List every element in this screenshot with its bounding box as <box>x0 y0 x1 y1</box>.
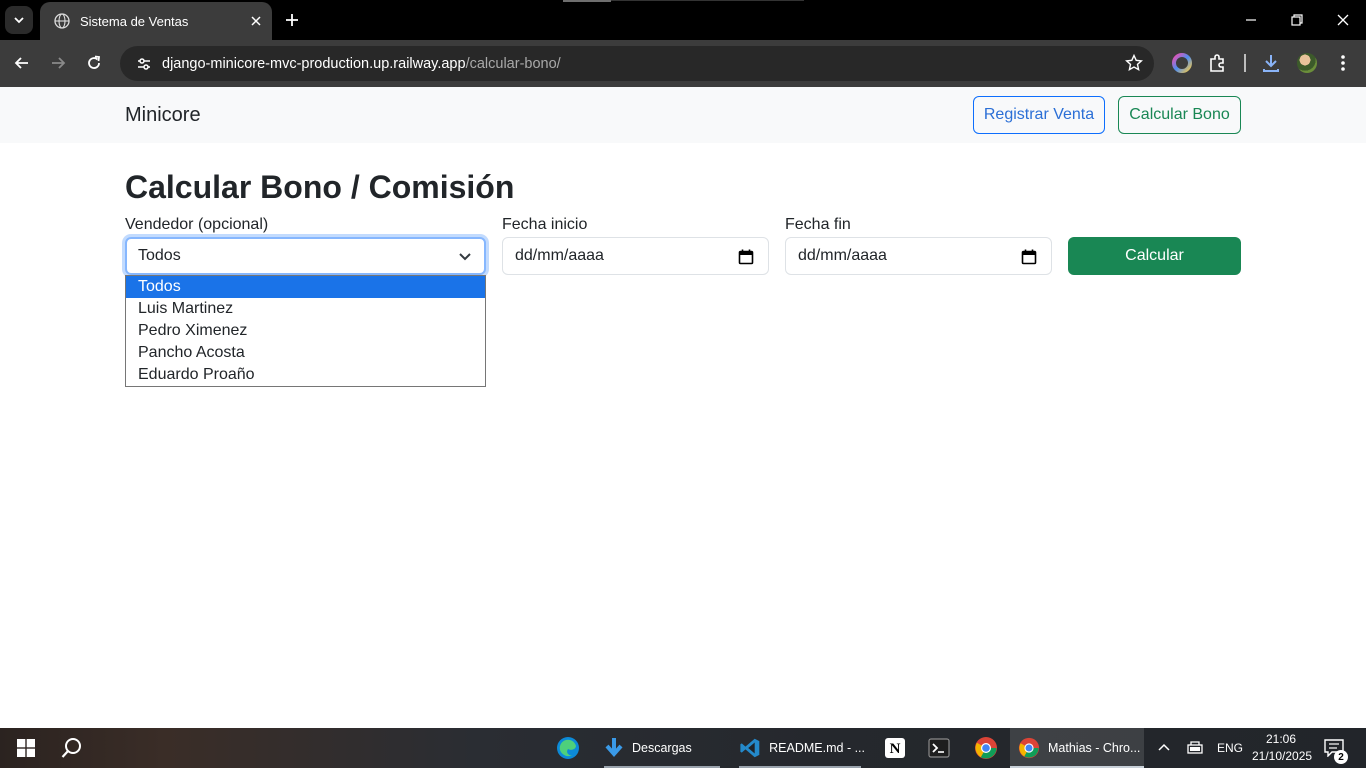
calcular-button[interactable]: Calcular <box>1068 237 1241 275</box>
minimize-button[interactable] <box>1228 0 1274 40</box>
reload-button[interactable] <box>79 48 109 78</box>
bookmark-star-icon[interactable] <box>1124 53 1144 73</box>
notion-taskbar-item[interactable]: N <box>881 728 909 768</box>
fecha-inicio-label: Fecha inicio <box>502 216 588 233</box>
dropdown-option[interactable]: Luis Martinez <box>126 298 485 320</box>
web-page: Minicore Registrar Venta Calcular Bono C… <box>0 87 1366 728</box>
reload-icon <box>88 55 101 69</box>
close-icon <box>1337 14 1349 26</box>
fecha-fin-input[interactable]: dd/mm/aaaa <box>785 237 1052 275</box>
chrome-window-taskbar-item[interactable]: Mathias - Chro... <box>1010 728 1144 768</box>
tab-sistema-ventas[interactable]: Sistema de Ventas <box>40 2 272 40</box>
avatar <box>1297 53 1317 73</box>
terminal-icon <box>928 738 950 758</box>
chrome-icon <box>975 737 997 759</box>
site-navbar: Minicore Registrar Venta Calcular Bono <box>0 87 1366 143</box>
terminal-taskbar-item[interactable] <box>925 728 953 768</box>
globe-icon <box>54 13 70 29</box>
dropdown-option[interactable]: Pedro Ximenez <box>126 320 485 342</box>
show-hidden-icons-button[interactable] <box>1152 728 1176 768</box>
menu-dots-icon[interactable] <box>1331 51 1355 75</box>
calendar-icon[interactable] <box>1021 249 1037 265</box>
forward-button[interactable] <box>43 48 73 78</box>
clock-time: 21:06 <box>1265 732 1297 746</box>
color-extension-icon[interactable] <box>1170 51 1194 75</box>
window-indicator <box>563 0 611 2</box>
restore-button[interactable] <box>1274 0 1320 40</box>
tab-title: Sistema de Ventas <box>80 13 189 29</box>
system-clock[interactable]: 21:06 21/10/2025 <box>1252 731 1313 765</box>
clock-date: 21/10/2025 <box>1252 749 1313 763</box>
url-path: /calcular-bono/ <box>465 55 561 72</box>
taskbar-label: Mathias - Chro... <box>1048 741 1141 755</box>
arrow-left-icon <box>14 57 28 69</box>
fecha-inicio-input[interactable]: dd/mm/aaaa <box>502 237 769 275</box>
windows-logo-icon <box>17 739 35 757</box>
page-title: Calcular Bono / Comisión <box>125 169 515 205</box>
notion-icon: N <box>885 738 905 758</box>
chrome-icon <box>1018 737 1040 759</box>
toolbar-separator <box>1244 54 1246 72</box>
vendedor-dropdown-list: Todos Luis Martinez Pedro Ximenez Pancho… <box>125 275 486 387</box>
notification-count-badge: 2 <box>1334 750 1348 764</box>
edge-icon <box>557 737 579 759</box>
edge-taskbar-item[interactable] <box>554 728 582 768</box>
windows-taskbar: Descargas README.md - ... N Mathias - Ch… <box>0 728 1366 768</box>
vscode-taskbar-item[interactable]: README.md - ... <box>735 728 865 768</box>
profile-avatar[interactable] <box>1295 51 1319 75</box>
dropdown-option[interactable]: Todos <box>126 276 485 298</box>
browser-toolbar: django-minicore-mvc-production.up.railwa… <box>0 40 1366 87</box>
svg-text:N: N <box>890 741 901 757</box>
vendedor-select[interactable]: Todos <box>125 237 486 275</box>
close-tab-icon[interactable] <box>246 11 266 31</box>
minimize-icon <box>1246 19 1256 21</box>
calendar-icon[interactable] <box>738 249 754 265</box>
chrome-taskbar-item[interactable] <box>972 728 1000 768</box>
plus-icon <box>286 14 298 26</box>
search-button[interactable] <box>58 728 86 768</box>
close-window-button[interactable] <box>1320 0 1366 40</box>
brand-link[interactable]: Minicore <box>125 104 201 127</box>
dropdown-option[interactable]: Pancho Acosta <box>126 342 485 364</box>
fecha-fin-label: Fecha fin <box>785 216 851 233</box>
registrar-venta-button[interactable]: Registrar Venta <box>973 96 1105 134</box>
url-domain: django-minicore-mvc-production.up.railwa… <box>162 55 466 72</box>
taskbar-label: README.md - ... <box>769 741 865 755</box>
chevron-down-icon <box>458 249 472 263</box>
vscode-icon <box>740 738 760 758</box>
descargas-taskbar-item[interactable]: Descargas <box>598 728 726 768</box>
extensions-puzzle-icon[interactable] <box>1206 51 1230 75</box>
address-bar[interactable]: django-minicore-mvc-production.up.railwa… <box>120 46 1154 81</box>
start-button[interactable] <box>12 728 40 768</box>
url-text: django-minicore-mvc-production.up.railwa… <box>162 56 561 72</box>
site-info-icon[interactable] <box>134 54 154 74</box>
download-icon[interactable] <box>1259 51 1283 75</box>
download-arrow-icon <box>605 738 623 758</box>
restore-icon <box>1291 14 1303 26</box>
language-indicator[interactable]: ENG <box>1212 728 1248 768</box>
search-icon <box>61 738 81 758</box>
arrow-right-icon <box>52 57 66 69</box>
battery-icon <box>1187 741 1203 754</box>
vendedor-selected-value: Todos <box>138 247 181 264</box>
back-button[interactable] <box>7 48 37 78</box>
new-tab-button[interactable] <box>280 8 304 32</box>
taskbar-label: Descargas <box>632 741 692 755</box>
browser-titlebar: Sistema de Ventas <box>0 0 1366 40</box>
chevron-up-icon <box>1158 743 1170 751</box>
dropdown-option[interactable]: Eduardo Proaño <box>126 364 485 386</box>
window-indicator-track <box>611 0 804 1</box>
tab-search-button[interactable] <box>5 6 33 34</box>
fecha-inicio-placeholder: dd/mm/aaaa <box>515 247 604 264</box>
chevron-down-icon <box>14 17 24 24</box>
vendedor-label: Vendedor (opcional) <box>125 216 269 233</box>
battery-network-status[interactable] <box>1184 728 1208 768</box>
fecha-fin-placeholder: dd/mm/aaaa <box>798 247 887 264</box>
calcular-bono-nav-button[interactable]: Calcular Bono <box>1118 96 1241 134</box>
